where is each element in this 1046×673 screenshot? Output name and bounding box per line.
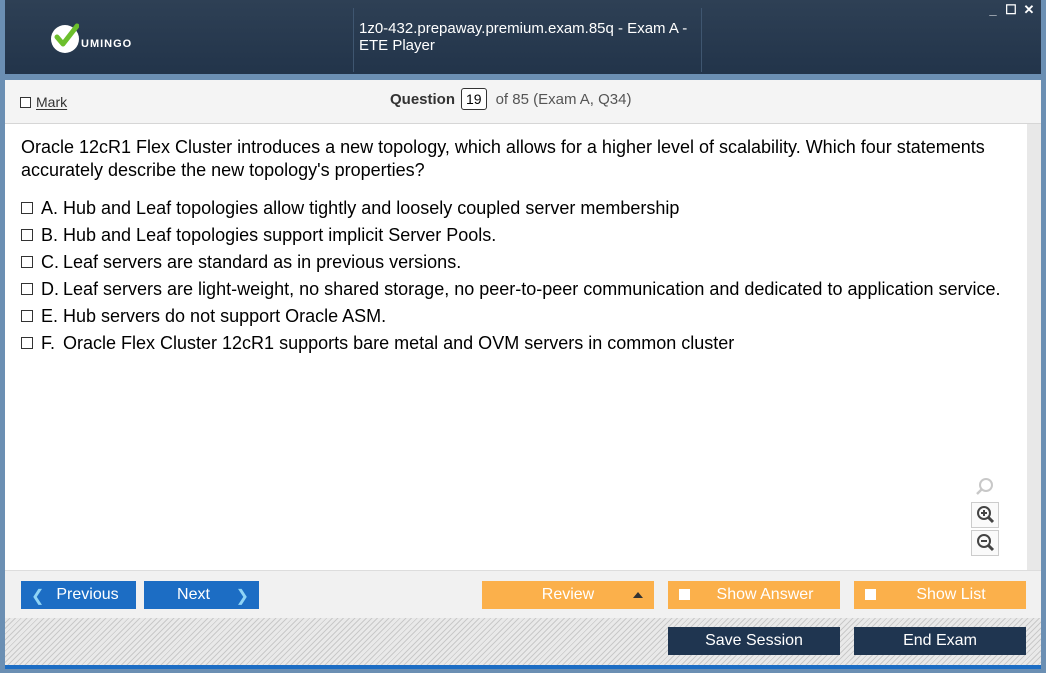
review-button[interactable]: Review	[482, 581, 654, 609]
option-text: Hub servers do not support Oracle ASM.	[63, 306, 387, 326]
footer-accent-line	[5, 665, 1041, 669]
zoom-in-icon[interactable]	[971, 502, 999, 528]
logo-text: UMINGO	[81, 38, 133, 50]
app-window: UMINGO 1z0-432.prepaway.premium.exam.85q…	[0, 0, 1046, 673]
mark-checkbox[interactable]: Mark	[20, 94, 67, 110]
option-text: Leaf servers are light-weight, no shared…	[63, 279, 1001, 299]
option-letter: C.	[41, 252, 59, 272]
zoom-controls	[971, 474, 999, 558]
option-checkbox[interactable]	[21, 256, 33, 268]
show-list-label: Show List	[916, 586, 986, 603]
vumingo-logo: UMINGO	[51, 22, 132, 56]
option-text: Hub and Leaf topologies support implicit…	[63, 225, 497, 245]
option-c[interactable]: C. Leaf servers are standard as in previ…	[21, 251, 1001, 274]
show-answer-checkbox[interactable]	[679, 589, 690, 600]
minimize-button[interactable]: _	[987, 3, 999, 16]
title-bar: UMINGO 1z0-432.prepaway.premium.exam.85q…	[5, 0, 1041, 74]
check-logo-icon	[51, 23, 79, 53]
mark-label: Mark	[36, 94, 68, 110]
window-controls: _ ☐ ✕	[987, 3, 1035, 16]
footer-bar: Save Session End Exam	[5, 618, 1041, 665]
option-text: Hub and Leaf topologies allow tightly an…	[63, 198, 680, 218]
option-checkbox[interactable]	[21, 283, 33, 295]
show-list-button[interactable]: Show List	[854, 581, 1026, 609]
option-letter: D.	[41, 279, 59, 299]
option-f[interactable]: F. Oracle Flex Cluster 12cR1 supports ba…	[21, 332, 1001, 355]
show-answer-button[interactable]: Show Answer	[668, 581, 840, 609]
option-letter: B.	[41, 225, 59, 245]
option-checkbox[interactable]	[21, 310, 33, 322]
question-header: Mark Question 19 of 85 (Exam A, Q34)	[5, 80, 1041, 124]
option-letter: F.	[41, 333, 56, 353]
save-session-label: Save Session	[705, 632, 803, 649]
navigation-bar: ❮ Previous Next ❯ Review Show Answer Sho…	[5, 570, 1041, 618]
zoom-out-icon[interactable]	[971, 530, 999, 556]
option-text: Leaf servers are standard as in previous…	[63, 252, 462, 272]
maximize-button[interactable]: ☐	[1005, 3, 1017, 16]
option-text: Oracle Flex Cluster 12cR1 supports bare …	[63, 333, 735, 353]
option-a[interactable]: A. Hub and Leaf topologies allow tightly…	[21, 197, 1001, 220]
next-label: Next	[177, 586, 210, 603]
option-b[interactable]: B. Hub and Leaf topologies support impli…	[21, 224, 1001, 247]
question-label: Question	[390, 90, 456, 108]
option-letter: A.	[41, 198, 59, 218]
chevron-right-icon: ❯	[235, 588, 249, 605]
previous-button[interactable]: ❮ Previous	[21, 581, 136, 609]
mark-box[interactable]	[20, 96, 31, 108]
show-list-checkbox[interactable]	[865, 589, 876, 600]
save-session-button[interactable]: Save Session	[668, 627, 840, 655]
caret-up-icon	[633, 592, 643, 598]
title-divider	[353, 8, 354, 72]
review-label: Review	[541, 586, 595, 603]
close-button[interactable]: ✕	[1023, 3, 1035, 16]
scrollbar[interactable]	[1027, 124, 1041, 570]
question-of-text: of 85 (Exam A, Q34)	[495, 90, 632, 108]
end-exam-label: End Exam	[903, 632, 977, 649]
question-number-input[interactable]: 19	[461, 88, 487, 110]
search-icon[interactable]	[971, 474, 999, 500]
option-letter: E.	[41, 306, 59, 326]
question-text: Oracle 12cR1 Flex Cluster introduces a n…	[21, 137, 985, 180]
next-button[interactable]: Next ❯	[144, 581, 259, 609]
option-checkbox[interactable]	[21, 229, 33, 241]
window-title: 1z0-432.prepaway.premium.exam.85q - Exam…	[359, 20, 688, 54]
option-checkbox[interactable]	[21, 202, 33, 214]
question-content: Oracle 12cR1 Flex Cluster introduces a n…	[5, 124, 1041, 570]
answer-options: A. Hub and Leaf topologies allow tightly…	[21, 197, 1001, 359]
option-e[interactable]: E. Hub servers do not support Oracle ASM…	[21, 305, 1001, 328]
option-d[interactable]: D. Leaf servers are light-weight, no sha…	[21, 278, 1001, 301]
show-answer-label: Show Answer	[716, 586, 814, 603]
previous-label: Previous	[56, 586, 119, 603]
end-exam-button[interactable]: End Exam	[854, 627, 1026, 655]
question-indicator: Question 19 of 85 (Exam A, Q34)	[390, 88, 632, 110]
chevron-left-icon: ❮	[31, 588, 45, 605]
option-checkbox[interactable]	[21, 337, 33, 349]
